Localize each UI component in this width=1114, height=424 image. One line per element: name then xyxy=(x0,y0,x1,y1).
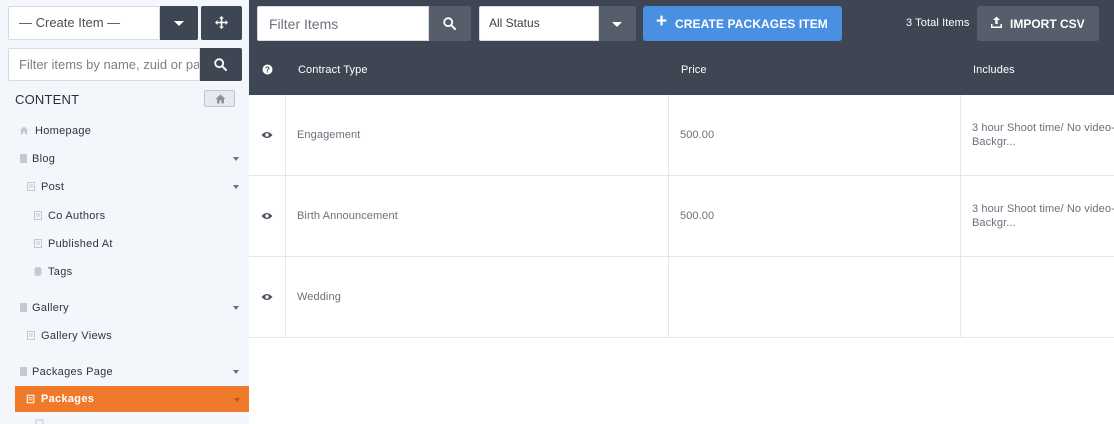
list-icon xyxy=(35,419,44,424)
sidebar-item-packages-page[interactable]: Packages Page xyxy=(18,366,242,380)
upload-icon xyxy=(991,16,1002,28)
chevron-down-icon xyxy=(233,157,239,161)
list-icon xyxy=(34,211,42,220)
sidebar-item-label: Tags xyxy=(48,266,73,278)
content-section-label: CONTENT xyxy=(15,92,80,107)
import-csv-button[interactable]: IMPORT CSV xyxy=(977,6,1099,41)
svg-text:?: ? xyxy=(265,66,270,75)
chevron-down-icon xyxy=(233,370,239,374)
column-header-includes[interactable]: Includes xyxy=(973,64,1015,76)
sidebar-item-gallery-views[interactable]: Gallery Views xyxy=(26,330,236,344)
column-header-contract-type[interactable]: Contract Type xyxy=(298,64,368,76)
chevron-down-icon xyxy=(612,22,622,27)
sidebar-filter-input[interactable] xyxy=(8,48,200,81)
search-icon xyxy=(214,58,227,71)
sidebar-item-label: Packages Page xyxy=(32,366,113,378)
sidebar-item-label: Post xyxy=(41,181,65,193)
sidebar-item-label: Gallery xyxy=(32,302,69,314)
home-icon xyxy=(19,126,29,135)
search-icon xyxy=(443,17,456,30)
import-csv-label: IMPORT CSV xyxy=(1010,17,1085,31)
sidebar-item-blog[interactable]: Blog xyxy=(18,153,242,167)
sidebar-search-button[interactable] xyxy=(200,48,242,81)
sidebar-item-gallery[interactable]: Gallery xyxy=(18,302,242,316)
reorder-button[interactable] xyxy=(201,6,242,40)
sidebar: — Create Item — CONTENT Homepage Blog xyxy=(0,0,249,424)
sidebar-item-label: Gallery Views xyxy=(41,330,112,342)
cell-includes: 3 hour Shoot time/ No video-Backgr... xyxy=(972,203,1114,229)
cell-price: 500.00 xyxy=(680,129,715,141)
sidebar-item-packages[interactable]: Packages xyxy=(15,386,249,412)
column-divider xyxy=(668,95,669,338)
create-item-select[interactable]: — Create Item — xyxy=(8,6,160,40)
cell-contract-type: Birth Announcement xyxy=(297,210,398,222)
chevron-down-icon xyxy=(233,185,239,189)
sidebar-item-label: Blog xyxy=(32,153,56,165)
status-select[interactable]: All Status xyxy=(479,6,599,41)
sidebar-item-label: Packages xyxy=(41,393,95,405)
cell-includes: 3 hour Shoot time/ No video-Backgr... xyxy=(972,122,1114,148)
filter-items-input[interactable] xyxy=(257,6,429,41)
table-row[interactable] xyxy=(249,257,1114,338)
sidebar-item-post[interactable]: Post xyxy=(26,181,242,195)
eye-icon[interactable] xyxy=(261,131,273,139)
list-icon xyxy=(34,239,42,248)
eye-icon[interactable] xyxy=(261,293,273,301)
total-items-count: 3 Total Items xyxy=(906,17,970,29)
create-packages-item-label: CREATE PACKAGES ITEM xyxy=(675,17,828,31)
list-icon xyxy=(27,182,35,191)
column-divider xyxy=(285,95,286,338)
database-icon xyxy=(34,267,42,276)
home-button[interactable] xyxy=(204,90,235,107)
help-icon[interactable]: ? xyxy=(262,64,273,75)
filter-search-button[interactable] xyxy=(429,6,471,41)
sidebar-item-homepage[interactable]: Homepage xyxy=(18,125,238,139)
file-icon xyxy=(20,303,27,312)
cell-contract-type: Wedding xyxy=(297,291,341,303)
sidebar-item-label: Co Authors xyxy=(48,210,106,222)
file-icon xyxy=(20,367,27,376)
list-icon xyxy=(27,331,35,340)
chevron-down-icon xyxy=(174,21,184,26)
chevron-down-icon xyxy=(233,306,239,310)
sidebar-item-label: Homepage xyxy=(35,125,92,137)
cell-price: 500.00 xyxy=(680,210,715,222)
column-divider xyxy=(960,95,961,338)
plus-icon: + xyxy=(656,11,668,32)
eye-icon[interactable] xyxy=(261,212,273,220)
chevron-down-icon xyxy=(234,398,240,402)
status-dropdown-button[interactable] xyxy=(599,6,636,41)
list-icon xyxy=(26,394,35,404)
file-icon xyxy=(20,154,27,163)
home-icon xyxy=(215,94,226,104)
create-packages-item-button[interactable]: + CREATE PACKAGES ITEM xyxy=(643,6,842,41)
cell-contract-type: Engagement xyxy=(297,129,361,141)
column-header-price[interactable]: Price xyxy=(681,64,707,76)
sidebar-item-label: Published At xyxy=(48,238,113,250)
sidebar-item-published-at[interactable]: Published At xyxy=(33,238,233,252)
create-item-dropdown-button[interactable] xyxy=(160,6,198,40)
sidebar-item-co-authors[interactable]: Co Authors xyxy=(33,210,233,224)
sidebar-item-tags[interactable]: Tags xyxy=(33,266,233,280)
move-arrows-icon xyxy=(215,16,228,29)
